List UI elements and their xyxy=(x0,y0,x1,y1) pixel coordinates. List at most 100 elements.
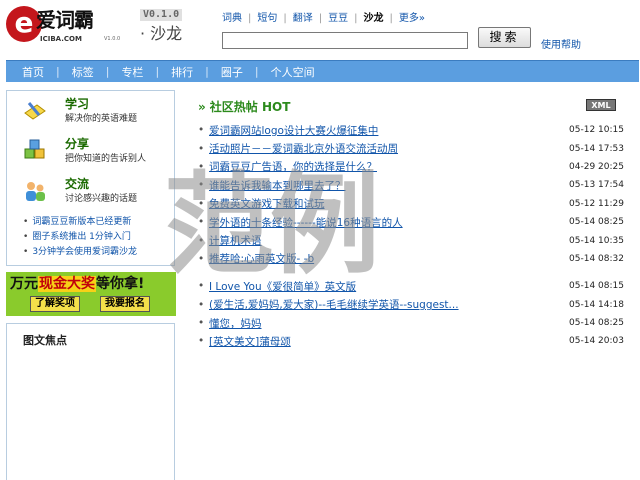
list-item: • 活动照片－－爱词霸北京外语交流活动周 05-14 17:53 xyxy=(198,139,624,157)
bullet: • xyxy=(198,216,205,229)
topic-link[interactable]: 学外语的十条经验------能说16种语言的人 xyxy=(209,215,560,230)
banner-text-b: 等你拿! xyxy=(96,276,145,292)
topic-date: 04-29 20:25 xyxy=(569,161,624,172)
sidebar-link[interactable]: 词霸豆豆新版本已经更新 xyxy=(23,215,137,230)
feature-learn[interactable]: 学习 解决你的英语难题 xyxy=(17,97,172,131)
feature-share[interactable]: 分享 把你知道的告诉别人 xyxy=(17,137,172,171)
bullet: • xyxy=(198,335,205,348)
list-item: • 免费英文游戏下载和试玩 05-12 11:29 xyxy=(198,195,624,213)
topic-link[interactable]: 谁能告诉我输本到哪里去了？ xyxy=(209,178,560,193)
version-badge: V0.1.0 xyxy=(140,9,183,21)
bullet: • xyxy=(198,160,205,173)
feature-desc: 解决你的英语难题 xyxy=(65,114,138,124)
topic-link[interactable]: 推荐哈:心雨英文版- -b xyxy=(209,251,560,266)
bullet: • xyxy=(198,317,205,330)
topnav-separator: | xyxy=(318,13,323,24)
sidebar-link[interactable]: 3分钟学会使用爱词霸沙龙 xyxy=(23,245,137,260)
topic-link[interactable]: 懂您，妈妈 xyxy=(209,316,560,331)
topnav-item-sentences[interactable]: 短句 xyxy=(257,12,277,26)
topic-date: 05-14 14:18 xyxy=(569,299,624,310)
nav-ranking[interactable]: 排行 xyxy=(159,64,205,80)
help-link[interactable]: 使用帮助 xyxy=(541,36,581,51)
topic-link[interactable]: 爱词霸网站logo设计大赛火爆征集中 xyxy=(209,123,560,138)
topic-link[interactable]: 免费英文游戏下载和试玩 xyxy=(209,196,560,211)
bullet: • xyxy=(198,280,205,293)
nav-home[interactable]: 首页 xyxy=(6,64,56,80)
list-item: • 爱词霸网站logo设计大赛火爆征集中 05-12 10:15 xyxy=(198,121,624,139)
topic-date: 05-14 20:03 xyxy=(569,336,624,347)
bullet: • xyxy=(198,197,205,210)
banner-text-a: 万元 xyxy=(10,276,38,292)
list-item: • 词霸豆豆广告语，你的选择是什么？ 04-29 20:25 xyxy=(198,158,624,176)
main-nav: 首页 | 标签 | 专栏 | 排行 | 圈子 | 个人空间 xyxy=(6,60,639,82)
topnav-separator: | xyxy=(248,13,252,24)
topic-date: 05-12 10:15 xyxy=(569,125,624,136)
bullet: • xyxy=(198,298,205,311)
cubes-icon xyxy=(24,139,45,159)
topnav-separator: | xyxy=(354,13,358,24)
feature-title: 学习 xyxy=(65,97,90,111)
topnav-item-translate[interactable]: 翻译 xyxy=(293,12,313,26)
learn-prizes-button[interactable]: 了解奖项 xyxy=(30,296,80,312)
banner-highlight: 现金大奖 xyxy=(38,276,96,292)
topic-link[interactable]: I Love You《爱很简单》英文版 xyxy=(209,279,560,294)
people-icon xyxy=(26,182,45,201)
banner-text: 万元现金大奖等你拿! xyxy=(10,275,144,293)
photo-focus-box: 图文焦点 xyxy=(6,323,175,480)
nav-columns[interactable]: 专栏 xyxy=(109,64,155,80)
site-logo[interactable]: e 爱词霸 ICIBA.COM V1.0.0 xyxy=(6,6,130,46)
topic-link[interactable]: 词霸豆豆广告语，你的选择是什么？ xyxy=(209,159,560,174)
logo-domain: ICIBA.COM xyxy=(40,35,82,43)
topnav-item-salon[interactable]: 沙龙 xyxy=(364,12,384,26)
signup-button[interactable]: 我要报名 xyxy=(100,296,150,312)
topic-date: 05-14 08:25 xyxy=(569,217,624,228)
topic-date: 05-14 08:32 xyxy=(569,253,624,264)
topic-link[interactable]: 计算机术语 xyxy=(209,233,560,248)
nav-personal-space[interactable]: 个人空间 xyxy=(259,64,327,80)
topic-date: 05-12 11:29 xyxy=(569,198,624,209)
feature-title: 分享 xyxy=(65,137,90,151)
feature-title: 交流 xyxy=(65,177,90,191)
list-item: • (爱生活,爱妈妈,爱大家)--毛毛继续学英语--suggest... 05-14… xyxy=(198,296,624,314)
list-item: • I Love You《爱很简单》英文版 05-14 08:15 xyxy=(198,277,624,295)
photo-focus-title: 图文焦点 xyxy=(23,334,67,347)
feature-desc: 把你知道的告诉别人 xyxy=(65,154,147,164)
topic-link[interactable]: [英文美文]蒲母颂 xyxy=(209,334,560,349)
list-item: • 计算机术语 05-14 10:35 xyxy=(198,231,624,249)
nav-circles[interactable]: 圈子 xyxy=(209,64,255,80)
search-input[interactable] xyxy=(222,32,468,49)
double-chevron-icon: » xyxy=(198,100,206,114)
bullet: • xyxy=(198,142,205,155)
sidebar-link[interactable]: 圈子系统推出 1分钟入门 xyxy=(23,230,137,245)
topic-date: 05-13 17:54 xyxy=(569,180,624,191)
topic-link[interactable]: (爱生活,爱妈妈,爱大家)--毛毛继续学英语--suggest... xyxy=(209,297,560,312)
list-item: • 谁能告诉我输本到哪里去了？ 05-13 17:54 xyxy=(198,176,624,194)
topnav-separator: | xyxy=(389,13,393,24)
sidebar-features: 学习 解决你的英语难题 分享 把你知道的告诉别人 交流 讨论感兴趣的话题 词霸豆… xyxy=(6,90,175,266)
topic-link[interactable]: 活动照片－－爱词霸北京外语交流活动周 xyxy=(209,141,560,156)
topnav-item-more[interactable]: 更多» xyxy=(399,12,425,26)
pencil-notebook-icon xyxy=(24,102,46,120)
logo-version: V1.0.0 xyxy=(104,36,121,42)
list-item: • 懂您，妈妈 05-14 08:25 xyxy=(198,314,624,332)
section-title: · 沙龙 xyxy=(140,24,183,43)
feature-communicate[interactable]: 交流 讨论感兴趣的话题 xyxy=(17,177,172,211)
nav-tags[interactable]: 标签 xyxy=(60,64,106,80)
list-item: • 推荐哈:心雨英文版- -b 05-14 08:32 xyxy=(198,250,624,268)
topnav-item-dictionary[interactable]: 词典 xyxy=(222,12,242,26)
prize-banner[interactable]: 万元现金大奖等你拿! 了解奖项 我要报名 xyxy=(6,272,176,316)
hot-topics-heading: » 社区热帖 HOT xyxy=(198,99,290,115)
feature-desc: 讨论感兴趣的话题 xyxy=(65,194,138,204)
topic-date: 05-14 10:35 xyxy=(569,235,624,246)
logo-text: 爱词霸 xyxy=(36,8,94,32)
topic-date: 05-14 08:25 xyxy=(569,318,624,329)
topic-list: • 爱词霸网站logo设计大赛火爆征集中 05-12 10:15 • 活动照片－－爱词… xyxy=(198,121,624,351)
top-nav: 词典 | 短句 | 翻译 | 豆豆 | 沙龙 | 更多» xyxy=(222,12,425,26)
bullet: • xyxy=(198,124,205,137)
list-item: • [英文美文]蒲母颂 05-14 20:03 xyxy=(198,332,624,350)
xml-feed-icon[interactable]: XML xyxy=(586,99,616,111)
topnav-separator: | xyxy=(283,13,287,24)
search-button[interactable]: 搜索 xyxy=(478,27,531,48)
topnav-item-doudou[interactable]: 豆豆 xyxy=(328,12,348,26)
hot-topics-title: 社区热帖 HOT xyxy=(209,100,291,114)
